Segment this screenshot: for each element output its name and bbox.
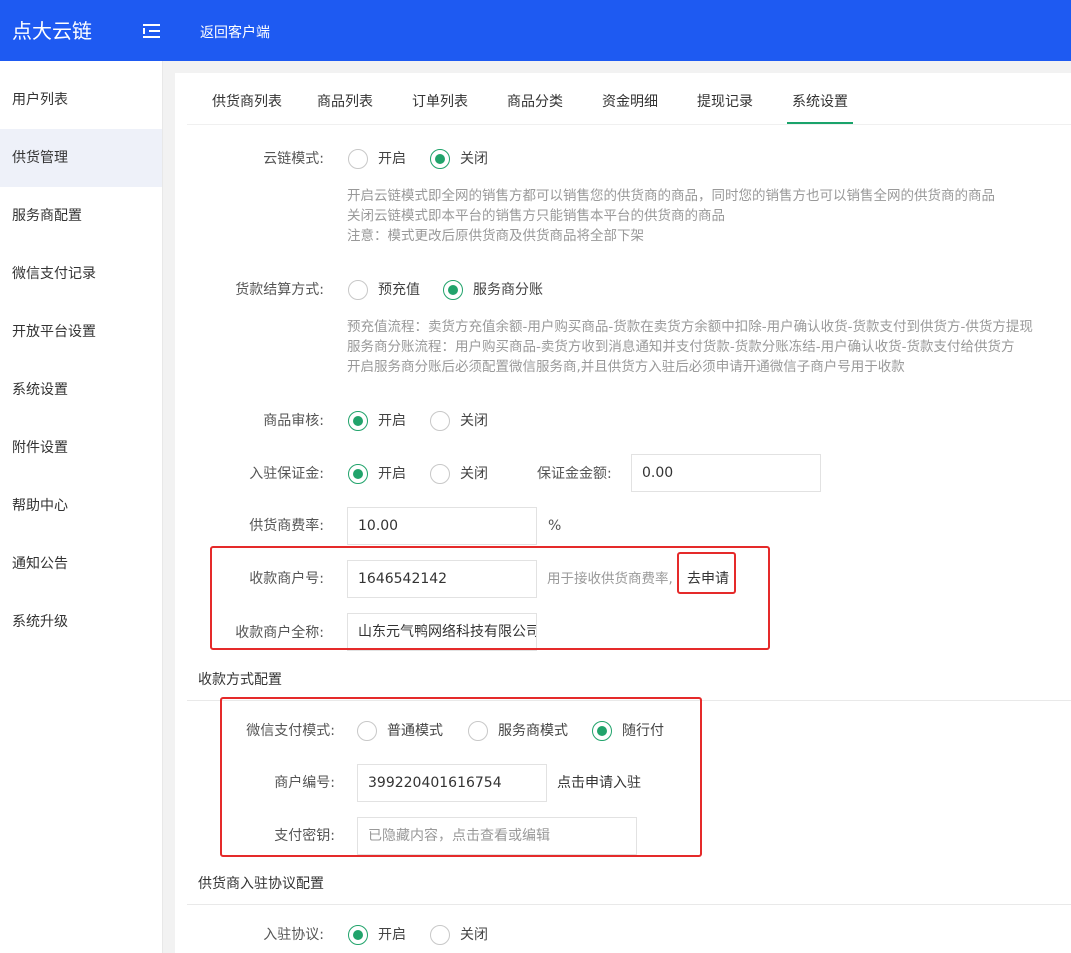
tab-withdrawals[interactable]: 提现记录 xyxy=(697,73,753,124)
merchant-highlight-box xyxy=(210,546,770,650)
top-bar: 点大云链 返回客户端 xyxy=(0,0,1071,61)
payment-section-title: 收款方式配置 xyxy=(198,672,282,688)
fee-rate-unit: % xyxy=(548,518,562,534)
sidebar-item-provider-config[interactable]: 服务商配置 xyxy=(0,187,162,245)
tab-bar: 供货商列表 商品列表 订单列表 商品分类 资金明细 提现记录 系统设置 xyxy=(187,73,1071,125)
settlement-hint-1: 预充值流程：卖货方充值余额-用户购买商品-货款在卖货方余额中扣除-用户确认收货-… xyxy=(347,319,1033,335)
brand-logo: 点大云链 xyxy=(12,19,92,43)
fee-rate-input[interactable]: 10.00 xyxy=(347,507,537,545)
tab-suppliers[interactable]: 供货商列表 xyxy=(212,73,282,124)
tab-orders[interactable]: 订单列表 xyxy=(412,73,468,124)
sidebar-item-help[interactable]: 帮助中心 xyxy=(0,477,162,535)
agreement-section-divider xyxy=(187,904,1071,905)
sidebar-item-users[interactable]: 用户列表 xyxy=(0,71,162,129)
sidebar-item-notices[interactable]: 通知公告 xyxy=(0,535,162,593)
sidebar-item-wechat-pay-records[interactable]: 微信支付记录 xyxy=(0,245,162,303)
cloud-mode-label: 云链模式: xyxy=(263,151,324,167)
deposit-amount-input[interactable]: 0.00 xyxy=(631,454,821,492)
sidebar-item-upgrade[interactable]: 系统升级 xyxy=(0,593,162,651)
sidebar-item-attachments[interactable]: 附件设置 xyxy=(0,419,162,477)
sidebar-item-open-platform[interactable]: 开放平台设置 xyxy=(0,303,162,361)
settlement-hint-2: 服务商分账流程：用户购买商品-卖货方收到消息通知并支付货款-货款分账冻结-用户确… xyxy=(347,339,1015,355)
cloud-mode-hint-3: 注意：模式更改后原供货商及供货商品将全部下架 xyxy=(347,228,644,244)
back-to-client-link[interactable]: 返回客户端 xyxy=(200,22,270,42)
settlement-label: 货款结算方式: xyxy=(235,282,324,298)
sidebar: 用户列表 供货管理 服务商配置 微信支付记录 开放平台设置 系统设置 附件设置 … xyxy=(0,61,163,953)
menu-collapse-icon[interactable] xyxy=(143,23,160,39)
tab-system-settings[interactable]: 系统设置 xyxy=(787,73,853,124)
deposit-label: 入驻保证金: xyxy=(249,466,324,482)
fee-rate-label: 供货商费率: xyxy=(249,518,324,534)
agreement-section-title: 供货商入驻协议配置 xyxy=(198,876,324,892)
cloud-mode-hint-2: 关闭云链模式即本平台的销售方只能销售本平台的供货商的商品 xyxy=(347,208,725,224)
tab-categories[interactable]: 商品分类 xyxy=(507,73,563,124)
payment-highlight-box xyxy=(220,697,702,857)
tab-funds[interactable]: 资金明细 xyxy=(602,73,658,124)
sidebar-item-system-settings[interactable]: 系统设置 xyxy=(0,361,162,419)
cloud-mode-hint-1: 开启云链模式即全网的销售方都可以销售您的供货商的商品，同时您的销售方也可以销售全… xyxy=(347,188,995,204)
deposit-amount-label: 保证金金额: xyxy=(537,466,612,482)
settlement-hint-3: 开启服务商分账后必须配置微信服务商,并且供货方入驻后必须申请开通微信子商户号用于… xyxy=(347,359,905,375)
agreement-label: 入驻协议: xyxy=(263,927,324,943)
tab-products[interactable]: 商品列表 xyxy=(317,73,373,124)
sidebar-item-supply[interactable]: 供货管理 xyxy=(0,129,162,187)
product-review-label: 商品审核: xyxy=(263,413,324,429)
